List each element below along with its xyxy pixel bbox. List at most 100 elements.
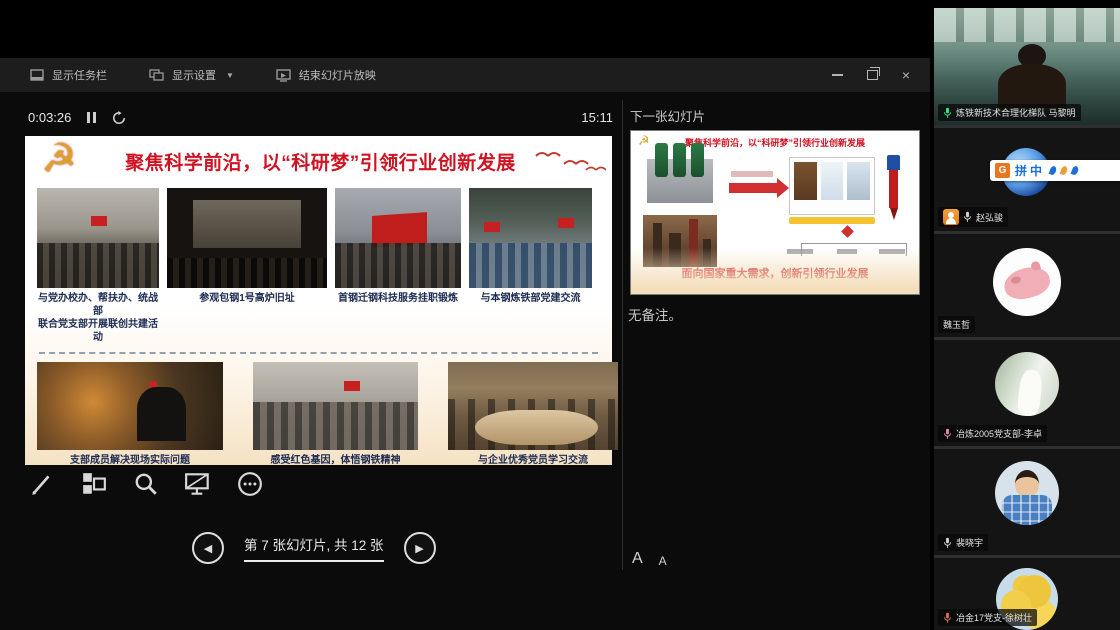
participant-name-tag: 魏玉哲 赵弘骏 — [938, 207, 1008, 227]
participant-name-tag: 裴晓宇 — [938, 534, 988, 551]
current-time: 15:11 — [558, 110, 613, 125]
mic-icon — [943, 612, 952, 624]
photo-shougang-flag — [335, 188, 461, 288]
notes-placeholder: 无备注。 — [628, 304, 682, 324]
show-taskbar-button[interactable]: 显示任务栏 — [30, 67, 107, 83]
slide-title: 聚焦科学前沿，以“科研梦”引领行业创新发展 — [25, 136, 612, 175]
slide-counter: 第 7 张幻灯片, 共 12 张 — [244, 534, 384, 562]
current-slide[interactable]: ☭ 聚焦科学前沿，以“科研梦”引领行业创新发展 与党办校办、帮扶办、统战部 联合… — [25, 136, 612, 465]
magnifier-icon — [133, 471, 159, 497]
pen-tool-button[interactable] — [26, 468, 58, 500]
participant-sidebar: 炼铁新技术合理化梯队 马黎明 G 拼中 魏玉哲 赵弘骏 魏玉哲 冶炼2005党支… — [934, 0, 1120, 630]
restart-icon — [112, 111, 126, 125]
preview-graphic-pen — [887, 155, 900, 221]
banner-glyph — [1060, 165, 1069, 176]
panel-divider — [622, 100, 623, 570]
previous-slide-button[interactable]: ◀ — [192, 532, 224, 564]
participant-tile-video[interactable]: 炼铁新技术合理化梯队 马黎明 — [934, 8, 1120, 125]
avatar — [995, 461, 1059, 525]
end-slideshow-label: 结束幻灯片放映 — [299, 67, 376, 83]
pen-icon — [29, 471, 55, 497]
party-emblem-icon: ☭ — [35, 136, 83, 182]
banner-glyph — [1071, 165, 1080, 176]
dashed-divider — [39, 352, 598, 354]
decrease-font-button[interactable]: A — [659, 554, 667, 568]
avatar — [943, 209, 959, 225]
see-all-slides-button[interactable] — [78, 468, 110, 500]
next-slide-label: 下一张幻灯片 — [630, 106, 705, 125]
photo-caption: 感受红色基因，体悟钢铁精神 — [271, 454, 401, 467]
photo-row-2: 支部成员解决现场实际问题 感受红色基因，体悟钢铁精神 与企业优秀党员学习交流 — [25, 356, 612, 467]
preview-highlight-bar — [789, 217, 875, 224]
participant-name: 裴晓宇 — [956, 536, 983, 549]
end-slideshow-button[interactable]: 结束幻灯片放映 — [276, 67, 376, 83]
photo-red-gene — [253, 362, 418, 450]
slide-grid-icon — [81, 471, 107, 497]
pig-avatar-graphic — [1001, 263, 1053, 303]
photo-caption: 与本钢炼铁部党建交流 — [481, 292, 581, 305]
share-banner: G 拼中 — [990, 160, 1120, 181]
pause-timer-button[interactable] — [87, 112, 96, 123]
black-screen-button[interactable] — [182, 468, 214, 500]
sidebar-top-gap — [934, 0, 1120, 8]
avatar-graphic — [1017, 369, 1044, 416]
mic-icon — [943, 537, 952, 549]
mic-icon — [943, 428, 952, 440]
preview-flow-node — [841, 225, 854, 238]
shared-screen-presenter-view: 显示任务栏 显示设置 ▼ 结束幻灯片放映 × 0:03:26 15:11 ☭ 聚… — [0, 0, 930, 630]
participant-name-tag: 冶炼2005党支部-李卓 — [938, 425, 1047, 442]
birds-icon — [534, 148, 606, 174]
black-screen-icon — [184, 471, 212, 497]
chevron-down-icon: ▼ — [226, 71, 234, 80]
avatar — [993, 248, 1061, 316]
photo-onsite-problem — [37, 362, 223, 450]
banner-glyph — [1049, 165, 1058, 176]
increase-font-button[interactable]: A — [632, 550, 643, 568]
participant-tile-screenshare[interactable]: G 拼中 魏玉哲 赵弘骏 — [934, 128, 1120, 231]
party-emblem-icon: ☭ — [638, 133, 650, 149]
participant-tile[interactable]: 冶金17党支-徐树壮 — [934, 558, 1120, 630]
photo-baogang-furnace — [167, 188, 327, 288]
next-slide-preview[interactable]: 聚焦科学前沿，以“科研梦”引领行业创新发展 ☭ 面向国家重大需求，创新引领行业发… — [630, 130, 920, 295]
photo-bengang-exchange — [469, 188, 592, 288]
restart-timer-button[interactable] — [112, 111, 126, 125]
photo-row-1: 与党办校办、帮扶办、统战部 联合党支部开展联创共建活动 参观包钢1号高炉旧址 首… — [25, 182, 612, 344]
display-settings-label: 显示设置 — [172, 67, 216, 83]
display-settings-button[interactable]: 显示设置 ▼ — [149, 67, 234, 83]
participant-name: 炼铁新技术合理化梯队 马黎明 — [956, 106, 1076, 119]
participant-name-tag: 炼铁新技术合理化梯队 马黎明 — [938, 104, 1081, 121]
timer-row: 0:03:26 — [28, 110, 126, 125]
more-options-button[interactable] — [234, 468, 266, 500]
preview-arrow-label — [731, 171, 773, 177]
preview-graphic-towers — [647, 159, 713, 203]
ellipsis-icon — [237, 471, 263, 497]
participant-tile[interactable]: 冶炼2005党支部-李卓 — [934, 340, 1120, 446]
slide-header: ☭ 聚焦科学前沿，以“科研梦”引领行业创新发展 — [25, 136, 612, 182]
participant-name: 赵弘骏 — [976, 211, 1003, 224]
participant-name-tag: 冶金17党支-徐树壮 — [938, 609, 1037, 626]
preview-graphic-products — [789, 157, 875, 215]
photo-caption: 与党办校办、帮扶办、统战部 联合党支部开展联创共建活动 — [37, 292, 159, 344]
banner-text: 拼中 — [1015, 162, 1045, 179]
notes-font-controls: A A — [632, 550, 667, 568]
participant-name: 冶炼2005党支部-李卓 — [956, 427, 1042, 440]
minimize-button[interactable] — [832, 74, 843, 76]
avatar-graphic — [1015, 470, 1039, 498]
participant-tile[interactable]: 裴晓宇 — [934, 449, 1120, 555]
photo-caption: 首钢迁钢科技服务挂职锻炼 — [338, 292, 458, 305]
restore-button[interactable] — [867, 70, 878, 80]
display-settings-icon — [149, 69, 164, 81]
g-logo-icon: G — [995, 163, 1010, 178]
photo-caption: 参观包钢1号高炉旧址 — [199, 292, 295, 305]
photo-caption: 与企业优秀党员学习交流 — [478, 454, 588, 467]
taskbar-icon — [30, 69, 44, 81]
photo-meeting-exchange — [448, 362, 618, 450]
presenter-toolbar: 显示任务栏 显示设置 ▼ 结束幻灯片放映 × — [0, 58, 930, 92]
zoom-slide-button[interactable] — [130, 468, 162, 500]
participant-name: 魏玉哲 — [943, 318, 970, 331]
preview-haze — [631, 248, 919, 294]
next-slide-button[interactable]: ▶ — [404, 532, 436, 564]
close-button[interactable]: × — [902, 68, 910, 82]
participant-tile[interactable]: 魏玉哲 — [934, 234, 1120, 337]
photo-joint-activity — [37, 188, 159, 288]
